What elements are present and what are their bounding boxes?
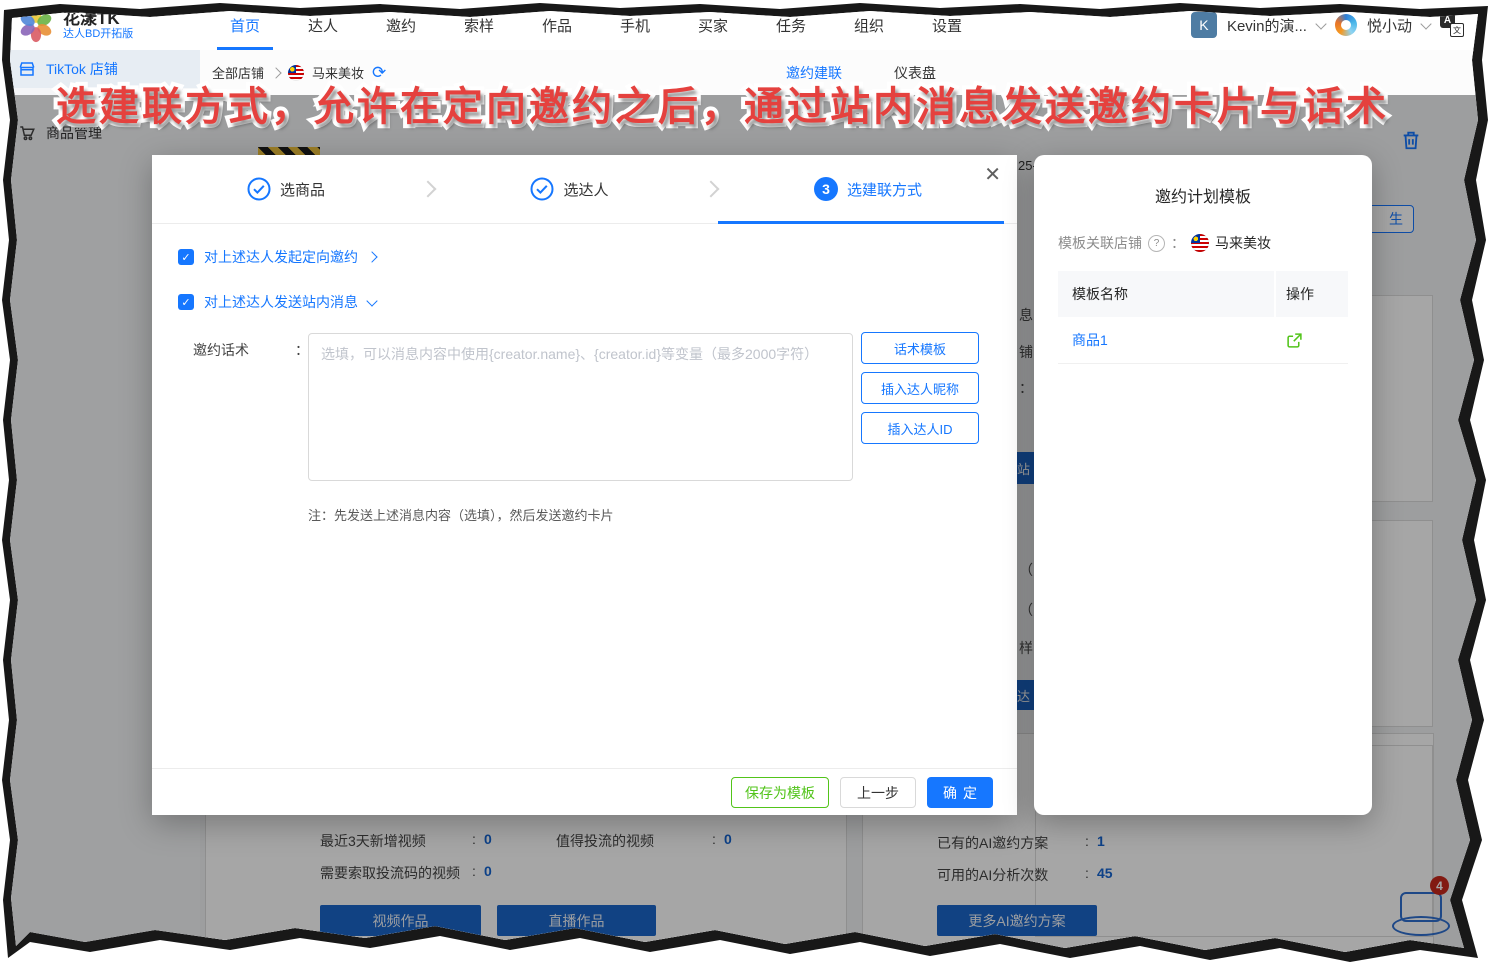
invite-script-colon: ：: [295, 340, 309, 360]
chevron-down-icon[interactable]: [366, 295, 377, 306]
insert-creator-id-button[interactable]: 插入达人ID: [861, 412, 979, 444]
connect-method-modal: 选商品 选达人 3 选建联方式 ✕: [152, 155, 1017, 815]
insert-creator-nickname-button[interactable]: 插入达人昵称: [861, 372, 979, 404]
script-template-button[interactable]: 话术模板: [861, 332, 979, 364]
step-done-check-icon: [530, 177, 554, 201]
close-icon[interactable]: ✕: [984, 165, 1001, 185]
question-circle-icon[interactable]: ?: [1148, 235, 1165, 252]
step-label: 选达人: [563, 179, 608, 200]
step-chevron-icon: [703, 181, 720, 198]
malaysia-flag-icon: [1191, 234, 1209, 252]
step-label: 选建联方式: [847, 179, 922, 200]
app-window: 花漾TK 达人BD开拓版 首页 达人 邀约 索样 作品 手机 买家 任务 组织 …: [0, 0, 1492, 974]
column-template-name: 模板名称: [1058, 284, 1274, 304]
step-number-badge: 3: [814, 177, 838, 201]
template-table-header: 模板名称 操作: [1058, 271, 1348, 317]
modal-note: 注：先发送上述消息内容（选填），然后发送邀约卡片: [308, 505, 614, 524]
invite-plan-template-panel: 邀约计划模板 模板关联店铺 ? ： 马来美妆 模板名称 操作 商品1: [1034, 155, 1372, 815]
invite-script-label: 邀约话术: [193, 340, 249, 360]
chevron-right-icon[interactable]: [366, 251, 377, 262]
template-name-link[interactable]: 商品1: [1058, 330, 1274, 350]
apply-template-icon[interactable]: [1274, 332, 1348, 349]
step-done-check-icon: [247, 177, 271, 201]
invite-script-textarea[interactable]: [308, 333, 853, 481]
checkbox-checked-icon[interactable]: ✓: [178, 249, 194, 265]
previous-step-button[interactable]: 上一步: [840, 777, 916, 808]
panel-title: 邀约计划模板: [1058, 183, 1348, 207]
screenshot-stage: 花漾TK 达人BD开拓版 首页 达人 邀约 索样 作品 手机 买家 任务 组织 …: [0, 0, 1492, 974]
option-site-message[interactable]: ✓ 对上述达人发送站内消息: [178, 292, 376, 312]
template-shop-label: 模板关联店铺: [1058, 233, 1142, 253]
template-shop-name: 马来美妆: [1215, 233, 1271, 253]
template-table: 模板名称 操作 商品1: [1058, 271, 1348, 364]
save-as-template-button[interactable]: 保存为模板: [731, 777, 829, 808]
checkbox-checked-icon[interactable]: ✓: [178, 294, 194, 310]
column-action: 操作: [1274, 271, 1348, 317]
step-select-product: 选商品: [247, 177, 325, 201]
modal-steps-header: 选商品 选达人 3 选建联方式 ✕: [152, 155, 1017, 224]
step-label: 选商品: [280, 179, 325, 200]
option-direct-invite[interactable]: ✓ 对上述达人发起定向邀约: [178, 247, 376, 267]
annotation-callout: 选建联方式，允许在定向邀约之后，通过站内消息发送邀约卡片与话术: [56, 74, 1389, 132]
confirm-button[interactable]: 确定: [927, 777, 993, 808]
option-label: 对上述达人发起定向邀约: [204, 247, 358, 267]
modal-body: ✓ 对上述达人发起定向邀约 ✓ 对上述达人发送站内消息 邀约话术 ： 话术模板 …: [152, 224, 1017, 768]
template-shop-row: 模板关联店铺 ? ： 马来美妆: [1058, 233, 1348, 253]
table-row: 商品1: [1058, 317, 1348, 364]
modal-footer: 保存为模板 上一步 确定: [152, 768, 1017, 816]
option-label: 对上述达人发送站内消息: [204, 292, 358, 312]
step-select-creator: 选达人: [530, 177, 608, 201]
step-chevron-icon: [419, 181, 436, 198]
step-select-connect-method: 3 选建联方式: [814, 177, 922, 201]
template-shop-colon: ：: [1171, 233, 1185, 253]
